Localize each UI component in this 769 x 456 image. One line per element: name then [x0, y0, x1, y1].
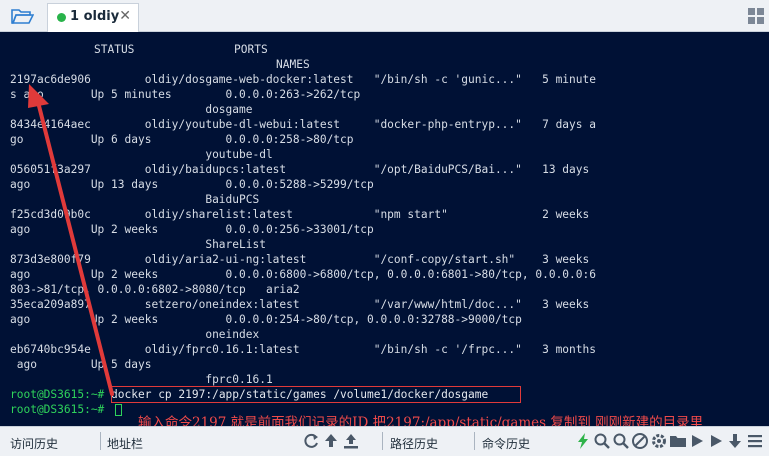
grid-icon: [748, 8, 764, 24]
play-icon: [711, 435, 722, 447]
search-button[interactable]: [593, 432, 611, 450]
visit-history-button[interactable]: 访问历史: [10, 435, 58, 452]
download-icon: [729, 434, 741, 448]
open-folder-button[interactable]: [8, 5, 36, 27]
play-button[interactable]: [707, 432, 725, 450]
quick-command-button[interactable]: [574, 432, 592, 450]
folder-button[interactable]: [669, 432, 687, 450]
divider: [474, 432, 475, 450]
bottom-toolbar: 访问历史 地址栏 路径历史 命令历史: [0, 426, 769, 456]
upload-tray-icon: [344, 434, 358, 449]
folder-open-icon: [11, 9, 34, 24]
divider: [100, 432, 101, 450]
status-dot-icon: [57, 13, 66, 22]
tab-bar: 1 oldiy ✕: [0, 0, 769, 32]
forward-button[interactable]: [688, 432, 706, 450]
path-history-button[interactable]: 路径历史: [390, 435, 438, 452]
lightning-icon: [578, 433, 588, 449]
settings-button[interactable]: [650, 432, 668, 450]
tab-close-icon[interactable]: ✕: [119, 8, 131, 24]
search-icon: [613, 433, 629, 449]
stop-button[interactable]: [631, 432, 649, 450]
upload-icon: [325, 434, 337, 447]
folder-icon: [670, 436, 686, 447]
menu-button[interactable]: [746, 432, 764, 450]
stop-icon: [632, 433, 648, 449]
play-icon: [692, 435, 703, 447]
command-history-button[interactable]: 命令历史: [482, 435, 530, 452]
annotation-arrow-icon: [28, 84, 114, 396]
menu-icon: [748, 435, 762, 448]
upload-button[interactable]: [322, 432, 340, 450]
tab-label: 1 oldiy: [70, 9, 120, 24]
upload-file-button[interactable]: [342, 432, 360, 450]
annotation-text: 输入命令2197 就是前面我们记录的ID 把2197:/app/static/g…: [138, 415, 704, 426]
search-icon: [594, 433, 610, 449]
refresh-icon: [304, 433, 318, 448]
terminal[interactable]: STATUS PORTS NAMES 2197ac6de906 oldiy/do…: [0, 32, 769, 426]
refresh-button[interactable]: [302, 432, 320, 450]
search-alt-button[interactable]: [612, 432, 630, 450]
tab-session[interactable]: 1 oldiy ✕: [47, 3, 139, 32]
address-bar-button[interactable]: 地址栏: [107, 435, 143, 452]
gear-icon: [652, 434, 666, 448]
download-button[interactable]: [726, 432, 744, 450]
divider: [382, 432, 383, 450]
layout-grid-button[interactable]: [747, 7, 765, 25]
